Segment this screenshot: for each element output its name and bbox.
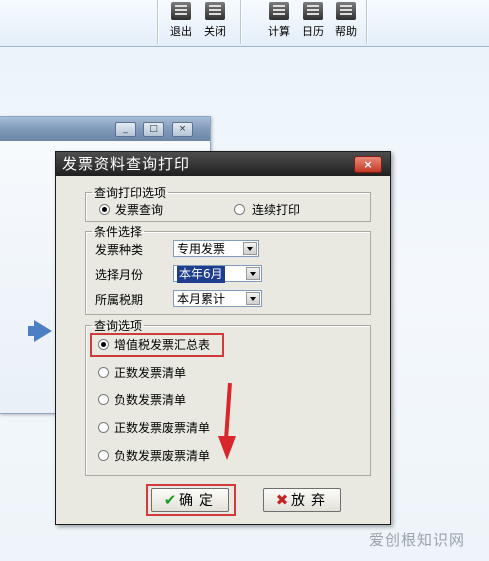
red-arrow-icon <box>218 436 236 460</box>
radio-continuous-print-label[interactable]: 连续打印 <box>252 201 300 218</box>
radio-vat-summary-label[interactable]: 增值税发票汇总表 <box>114 336 210 353</box>
conditions-legend: 条件选择 <box>94 225 143 239</box>
month-label: 选择月份 <box>95 268 144 282</box>
radio-negative-void-list[interactable] <box>98 450 109 461</box>
tax-period-select[interactable]: 本月累计 <box>173 290 262 307</box>
close-button[interactable]: 关闭 <box>200 2 230 39</box>
invoice-type-select[interactable]: 专用发票 <box>173 240 259 257</box>
radio-continuous-print[interactable] <box>234 204 245 215</box>
radio-invoice-query-label[interactable]: 发票查询 <box>115 201 163 218</box>
invoice-type-label: 发票种类 <box>95 243 144 257</box>
help-button[interactable]: 帮助 <box>331 2 361 39</box>
help-icon <box>336 2 356 20</box>
print-options-legend: 查询打印选项 <box>94 186 167 200</box>
tax-period-label: 所属税期 <box>95 293 144 307</box>
minimize-button[interactable]: _ <box>115 122 136 137</box>
exit-icon <box>171 2 191 20</box>
help-label: 帮助 <box>335 25 357 38</box>
cancel-button[interactable]: ✖ 放弃 <box>263 488 341 512</box>
toolbar-separator <box>240 0 242 44</box>
month-select[interactable]: 本年6月 <box>173 265 262 283</box>
calculator-label: 计算 <box>268 25 290 38</box>
calendar-icon <box>303 2 323 20</box>
radio-negative-list-label[interactable]: 负数发票清单 <box>114 391 186 408</box>
dialog-close-button[interactable]: × <box>354 156 382 173</box>
query-options-legend: 查询选项 <box>94 319 143 333</box>
toolbar-separator <box>366 0 368 44</box>
calendar-label: 日历 <box>302 25 324 38</box>
toolbar-separator <box>157 0 159 44</box>
blue-arrow-icon <box>34 320 52 342</box>
window-close-button[interactable]: × <box>172 122 193 137</box>
close-label: 关闭 <box>204 25 226 38</box>
tax-period-value: 本月累计 <box>177 292 226 306</box>
radio-vat-summary[interactable] <box>98 339 109 350</box>
radio-positive-void-list[interactable] <box>98 422 109 433</box>
x-mark-icon: ✖ <box>275 491 289 509</box>
dialog-title: 发票资料查询打印 <box>56 152 390 176</box>
radio-negative-list[interactable] <box>98 394 109 405</box>
calculator-icon <box>269 2 289 20</box>
radio-positive-list[interactable] <box>98 367 109 378</box>
close-doc-icon <box>205 2 225 20</box>
exit-button[interactable]: 退出 <box>166 2 196 39</box>
checkmark-icon: ✔ <box>163 491 177 509</box>
calendar-button[interactable]: 日历 <box>298 2 328 39</box>
chevron-down-icon[interactable] <box>243 242 257 255</box>
radio-negative-void-list-label[interactable]: 负数发票废票清单 <box>114 447 210 464</box>
invoice-type-value: 专用发票 <box>177 242 226 256</box>
chevron-down-icon[interactable] <box>246 292 260 305</box>
cancel-button-label: 放弃 <box>291 493 331 509</box>
invoice-query-dialog: 发票资料查询打印 × 查询打印选项 发票查询 连续打印 条件选择 发票种类 专用… <box>55 151 391 525</box>
radio-invoice-query[interactable] <box>99 204 110 215</box>
ok-button-label: 确定 <box>179 493 219 509</box>
exit-label: 退出 <box>170 25 192 38</box>
maximize-button[interactable]: □ <box>143 122 164 137</box>
month-value: 本年6月 <box>177 266 225 283</box>
radio-positive-list-label[interactable]: 正数发票清单 <box>114 364 186 381</box>
radio-positive-void-list-label[interactable]: 正数发票废票清单 <box>114 419 210 436</box>
main-toolbar: 退出 关闭 计算 日历 帮助 <box>0 0 489 47</box>
calculator-button[interactable]: 计算 <box>264 2 294 39</box>
ok-button[interactable]: ✔ 确定 <box>151 488 229 512</box>
watermark: 爱创根知识网 <box>368 531 465 549</box>
chevron-down-icon[interactable] <box>246 267 260 280</box>
